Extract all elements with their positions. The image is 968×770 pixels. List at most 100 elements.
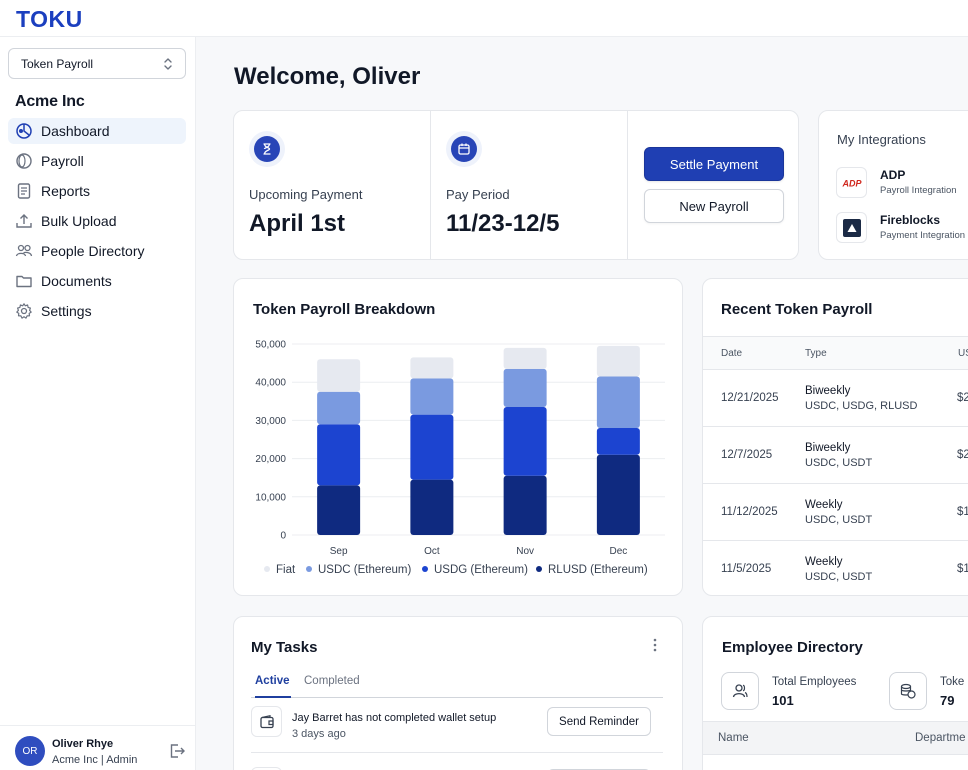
- row-amount: $2: [957, 392, 968, 404]
- chevron-up-down-icon: [164, 58, 172, 70]
- employee-directory-card: Employee Directory Total Employees 101 T…: [702, 616, 968, 770]
- tab-completed[interactable]: Completed: [304, 673, 360, 698]
- table-row[interactable]: 11/12/2025 Weekly USDC, USDT $1: [703, 484, 968, 541]
- pay-period-section: Pay Period 11/23-12/5: [430, 111, 627, 259]
- report-icon: [17, 183, 31, 199]
- legend-marker: [306, 566, 312, 572]
- table-row[interactable]: 12/7/2025 Biweekly USDC, USDT $2: [703, 427, 968, 484]
- new-payroll-button[interactable]: New Payroll: [644, 189, 784, 223]
- upcoming-payment-value: April 1st: [249, 210, 346, 237]
- column-header-department: Departme: [915, 732, 966, 744]
- total-employees-label: Total Employees: [772, 676, 857, 688]
- sidebar-item-people-directory[interactable]: People Directory: [8, 238, 186, 264]
- upload-icon: [16, 214, 32, 228]
- page-title: Welcome, Oliver: [234, 63, 421, 90]
- bar-segment: [317, 391, 361, 425]
- column-header-usd: US: [958, 348, 968, 359]
- user-icon: [721, 672, 759, 710]
- integrations-card: My Integrations ADP ADP Payroll Integrat…: [818, 110, 968, 260]
- y-tick-label: 10,000: [255, 492, 286, 503]
- integration-fireblocks[interactable]: Fireblocks Payment Integration: [836, 212, 968, 246]
- total-employees-value: 101: [772, 693, 794, 708]
- sidebar-item-bulk-upload[interactable]: Bulk Upload: [8, 208, 186, 234]
- table-row[interactable]: 11/5/2025 Weekly USDC, USDT $1: [703, 541, 968, 598]
- x-tick-label: Dec: [609, 546, 627, 557]
- payroll-breakdown-chart: 50,000 40,000 30,000 20,000 10,000 0 Sep Oct Nov…: [255, 340, 665, 576]
- task-item: Jay Barret has not completed wallet setu…: [251, 703, 663, 753]
- legend-label: USDC (Ethereum): [318, 564, 411, 576]
- sidebar-item-label: Dashboard: [41, 123, 110, 139]
- pay-period-value: 11/23-12/5: [446, 210, 560, 237]
- directory-title: Employee Directory: [722, 639, 863, 656]
- bar-segment: [410, 357, 454, 379]
- avatar[interactable]: OR: [15, 736, 45, 766]
- tasks-title: My Tasks: [251, 639, 318, 656]
- x-tick-label: Oct: [424, 546, 440, 557]
- more-options-icon[interactable]: [652, 637, 658, 653]
- upcoming-payment-label: Upcoming Payment: [249, 187, 363, 202]
- calendar-icon: [446, 131, 482, 167]
- bar-segment: [317, 485, 361, 535]
- task-tabs: Active Completed: [251, 673, 663, 698]
- send-reminder-button[interactable]: Send Reminder: [547, 707, 651, 736]
- y-tick-label: 40,000: [255, 378, 286, 389]
- row-amount: $1: [957, 563, 968, 575]
- logout-icon[interactable]: [168, 742, 186, 760]
- product-selector-label: Token Payroll: [21, 57, 94, 71]
- user-name: Oliver Rhye: [52, 738, 114, 750]
- coins-icon: [889, 672, 927, 710]
- bar-segment: [503, 347, 547, 369]
- directory-table-header: Name Departme: [703, 721, 968, 755]
- legend-marker: [536, 566, 542, 572]
- people-icon: [15, 244, 33, 257]
- legend-marker: [422, 566, 428, 572]
- sidebar-item-dashboard[interactable]: Dashboard: [8, 118, 186, 144]
- bar-segment: [596, 376, 640, 429]
- bar-segment: [596, 454, 640, 535]
- payroll-breakdown-card: Token Payroll Breakdown 50,000 40,000 30,0…: [233, 278, 683, 596]
- legend-label: RLUSD (Ethereum): [548, 564, 648, 576]
- product-selector[interactable]: Token Payroll: [8, 48, 186, 79]
- user-role: Acme Inc | Admin: [52, 754, 138, 766]
- settle-payment-button[interactable]: Settle Payment: [644, 147, 784, 181]
- table-header: Date Type US: [703, 336, 968, 370]
- task-item-partial: [251, 757, 663, 770]
- sidebar-item-settings[interactable]: Settings: [8, 298, 186, 324]
- org-name: Acme Inc: [15, 93, 85, 110]
- integration-name: Fireblocks: [880, 213, 941, 227]
- upcoming-payment-section: Upcoming Payment April 1st: [234, 111, 430, 259]
- sidebar-item-reports[interactable]: Reports: [8, 178, 186, 204]
- tab-active[interactable]: Active: [255, 673, 291, 698]
- y-tick-label: 50,000: [255, 340, 286, 351]
- column-header-name: Name: [718, 732, 749, 744]
- task-title: Jay Barret has not completed wallet setu…: [292, 712, 497, 724]
- bar-segment: [596, 345, 640, 377]
- recent-payroll-title: Recent Token Payroll: [721, 301, 873, 318]
- pay-period-label: Pay Period: [446, 187, 510, 202]
- integration-name: ADP: [880, 168, 906, 182]
- row-currencies: USDC, USDT: [805, 514, 873, 526]
- legend-marker: [264, 566, 270, 572]
- payment-summary-card: Upcoming Payment April 1st Pay Period 11…: [233, 110, 799, 260]
- bar-segment: [596, 428, 640, 455]
- row-amount: $2: [957, 449, 968, 461]
- bar-segment: [317, 359, 361, 392]
- bar-segment: [317, 424, 361, 486]
- coin-icon: [16, 153, 32, 169]
- sidebar-item-payroll[interactable]: Payroll: [8, 148, 186, 174]
- row-date: 11/12/2025: [721, 506, 778, 518]
- toku-logo[interactable]: TOKU: [16, 6, 83, 33]
- token-employees-label: Toke: [940, 676, 965, 688]
- integration-adp[interactable]: ADP ADP Payroll Integration: [836, 167, 968, 201]
- table-row[interactable]: 12/21/2025 Biweekly USDC, USDG, RLUSD $2: [703, 370, 968, 427]
- sidebar-item-label: Documents: [41, 273, 112, 289]
- bar-segment: [410, 378, 454, 415]
- sidebar-item-label: Settings: [41, 303, 92, 319]
- sidebar-item-documents[interactable]: Documents: [8, 268, 186, 294]
- sidebar-item-label: People Directory: [41, 243, 145, 259]
- main-content: Welcome, Oliver Upcoming Payment April 1…: [196, 37, 968, 770]
- dashboard-icon: [16, 123, 32, 139]
- bar-segment: [503, 407, 547, 476]
- folder-icon: [16, 275, 32, 288]
- row-date: 12/7/2025: [721, 449, 773, 461]
